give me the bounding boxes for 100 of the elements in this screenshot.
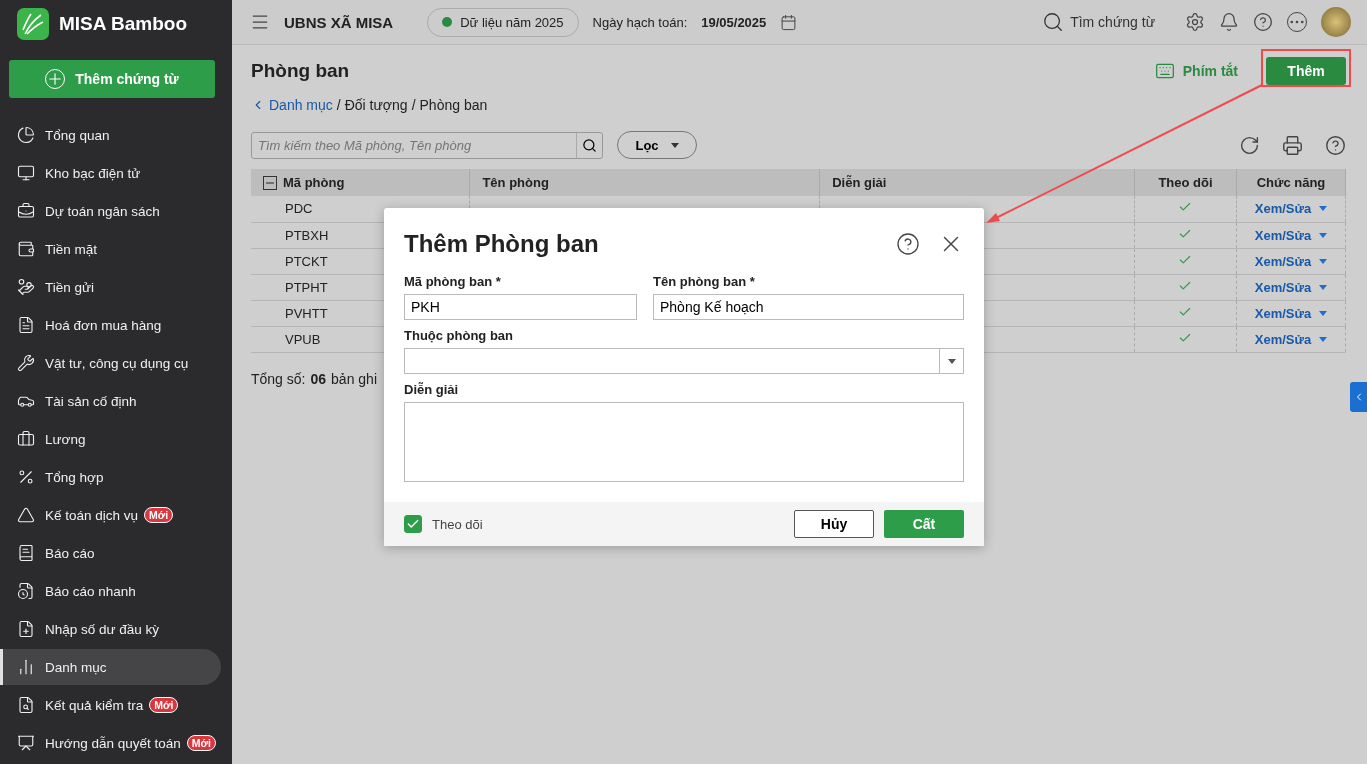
follow-checkbox[interactable]: [404, 515, 422, 533]
sidebar-label: Tài sản cố định: [45, 393, 137, 409]
sidebar-item[interactable]: Vật tư, công cụ dụng cụ: [0, 345, 221, 381]
input-field[interactable]: Phòng Kế hoạch: [653, 294, 964, 320]
new-badge: Mới: [144, 507, 174, 523]
new-badge: Mới: [149, 697, 179, 713]
sidebar-item[interactable]: Kế toán dịch vụ Mới: [0, 497, 221, 533]
sidebar-item[interactable]: Tiền gửi: [0, 269, 221, 305]
sidebar-item[interactable]: Hoá đơn mua hàng: [0, 307, 221, 343]
column-header: Tên phòng: [469, 169, 820, 196]
breadcrumb-item: Phòng ban: [419, 97, 488, 113]
document-icon: [17, 316, 35, 334]
settings-icon[interactable]: [1185, 12, 1205, 32]
sidebar-label: Dự toán ngân sách: [45, 203, 160, 219]
voucher-search-button[interactable]: Tìm chứng từ: [1036, 10, 1161, 34]
sidebar-label: Kho bạc điện tử: [45, 165, 141, 181]
column-header: Diễn giải: [819, 169, 1135, 196]
dropdown-field[interactable]: [404, 348, 964, 374]
bell-icon[interactable]: [1219, 12, 1239, 32]
sidebar-label: Lương: [45, 431, 86, 447]
column-header: Chức năng: [1236, 169, 1346, 196]
select-all-checkbox[interactable]: [263, 175, 277, 190]
column-header: Theo dõi: [1134, 169, 1237, 196]
view-edit-link[interactable]: Xem/Sửa: [1254, 253, 1328, 269]
sidebar-item[interactable]: Tổng hợp: [0, 459, 221, 495]
help-icon[interactable]: [1253, 12, 1273, 32]
monitor-icon: [17, 164, 35, 182]
column-title: Mã phòng: [283, 175, 345, 190]
sidebar-label: Tổng quan: [45, 127, 110, 143]
new-badge: Mới: [186, 735, 216, 751]
page-title: Phòng ban: [251, 60, 350, 82]
sidebar-item[interactable]: Tài sản cố định: [0, 383, 221, 419]
app-name: MISA Bamboo: [59, 13, 188, 35]
sidebar-label: Kế toán dịch vụ: [45, 507, 139, 523]
sidebar-item[interactable]: Tổng quan: [0, 117, 221, 153]
sidebar-item[interactable]: Tiền mặt: [0, 231, 221, 267]
sidebar-item[interactable]: Danh mục: [0, 649, 221, 685]
printer-icon[interactable]: [1282, 134, 1303, 156]
breadcrumb-separator: /: [336, 97, 341, 113]
view-edit-link[interactable]: Xem/Sửa: [1254, 227, 1328, 243]
sidebar-item[interactable]: Kết quả kiểm tra Mới: [0, 687, 221, 723]
sidebar-item[interactable]: Hướng dẫn quyết toán Mới: [0, 725, 221, 761]
field-label: Tên phòng ban *: [653, 274, 756, 289]
document-plus-icon: [17, 620, 35, 638]
total-count: 06: [310, 370, 327, 387]
hand-coins-icon: [17, 278, 35, 296]
cancel-button[interactable]: Hủy: [794, 510, 874, 538]
view-edit-link[interactable]: Xem/Sửa: [1254, 201, 1328, 217]
total-label: Tổng số:: [251, 370, 306, 387]
wallet-icon: [17, 240, 35, 258]
document-clock-icon: [17, 582, 35, 600]
sidebar-label: Báo cáo nhanh: [45, 583, 136, 599]
presentation-icon: [17, 734, 35, 752]
view-edit-link[interactable]: Xem/Sửa: [1254, 279, 1328, 295]
wrench-icon: [17, 354, 35, 372]
total-unit: bản ghi: [331, 370, 377, 387]
sidebar-label: Tổng hợp: [45, 469, 104, 485]
book-icon: [17, 544, 35, 562]
sidebar-label: Hướng dẫn quyết toán: [45, 735, 181, 751]
field-label: Diễn giải: [404, 382, 460, 397]
sidebar-item[interactable]: Báo cáo: [0, 535, 221, 571]
briefcase-icon: [17, 202, 35, 220]
breadcrumb-link[interactable]: Danh mục: [251, 97, 333, 113]
refresh-icon[interactable]: [1239, 134, 1260, 156]
briefcase-icon: [17, 430, 35, 448]
filter-button[interactable]: Lọc: [617, 131, 697, 159]
sidebar-label: Nhập số dư đầu kỳ: [45, 621, 160, 637]
sidebar-item[interactable]: Dự toán ngân sách: [0, 193, 221, 229]
breadcrumb-separator: /: [411, 97, 416, 113]
check-icon: [406, 517, 420, 531]
sidebar-item[interactable]: Kho bạc điện tử: [0, 155, 221, 191]
sidebar-item[interactable]: Lương: [0, 421, 221, 457]
keyboard-icon: [1154, 61, 1175, 81]
sidebar-label: Hoá đơn mua hàng: [45, 317, 162, 333]
document-search-icon: [17, 696, 35, 714]
sidebar-item[interactable]: Nhập số dư đầu kỳ: [0, 611, 221, 647]
sidebar-label: Tiền gửi: [45, 279, 95, 295]
checkbox-label: Theo dõi: [432, 516, 484, 532]
posting-date: 19/05/2025: [701, 14, 767, 30]
sidebar-label: Kết quả kiểm tra: [45, 697, 144, 713]
date-label: Ngày hạch toán:: [592, 14, 688, 30]
sidebar-label: Danh mục: [45, 659, 107, 675]
view-edit-link[interactable]: Xem/Sửa: [1254, 305, 1328, 321]
sidebar-label: Báo cáo: [45, 545, 95, 561]
input-field[interactable]: PKH: [404, 294, 637, 320]
bar-chart-icon: [17, 658, 35, 676]
help-icon[interactable]: [896, 232, 920, 256]
pie-chart-icon: [17, 126, 35, 144]
help-icon[interactable]: [1325, 134, 1346, 156]
organization-name: UBNS XÃ MISA: [284, 13, 394, 31]
search-icon: [1042, 11, 1065, 33]
triangle-icon: [17, 506, 35, 524]
calendar-icon[interactable]: [780, 13, 798, 31]
view-edit-link[interactable]: Xem/Sửa: [1254, 331, 1328, 347]
sidebar-item[interactable]: Báo cáo nhanh: [0, 573, 221, 609]
sidebar-label: Vật tư, công cụ dụng cụ: [45, 355, 189, 371]
percent-icon: [17, 468, 35, 486]
sidebar-label: Tiền mặt: [45, 241, 98, 257]
breadcrumb-item: Đối tượng: [344, 97, 408, 113]
add-button[interactable]: Thêm: [1266, 57, 1346, 85]
